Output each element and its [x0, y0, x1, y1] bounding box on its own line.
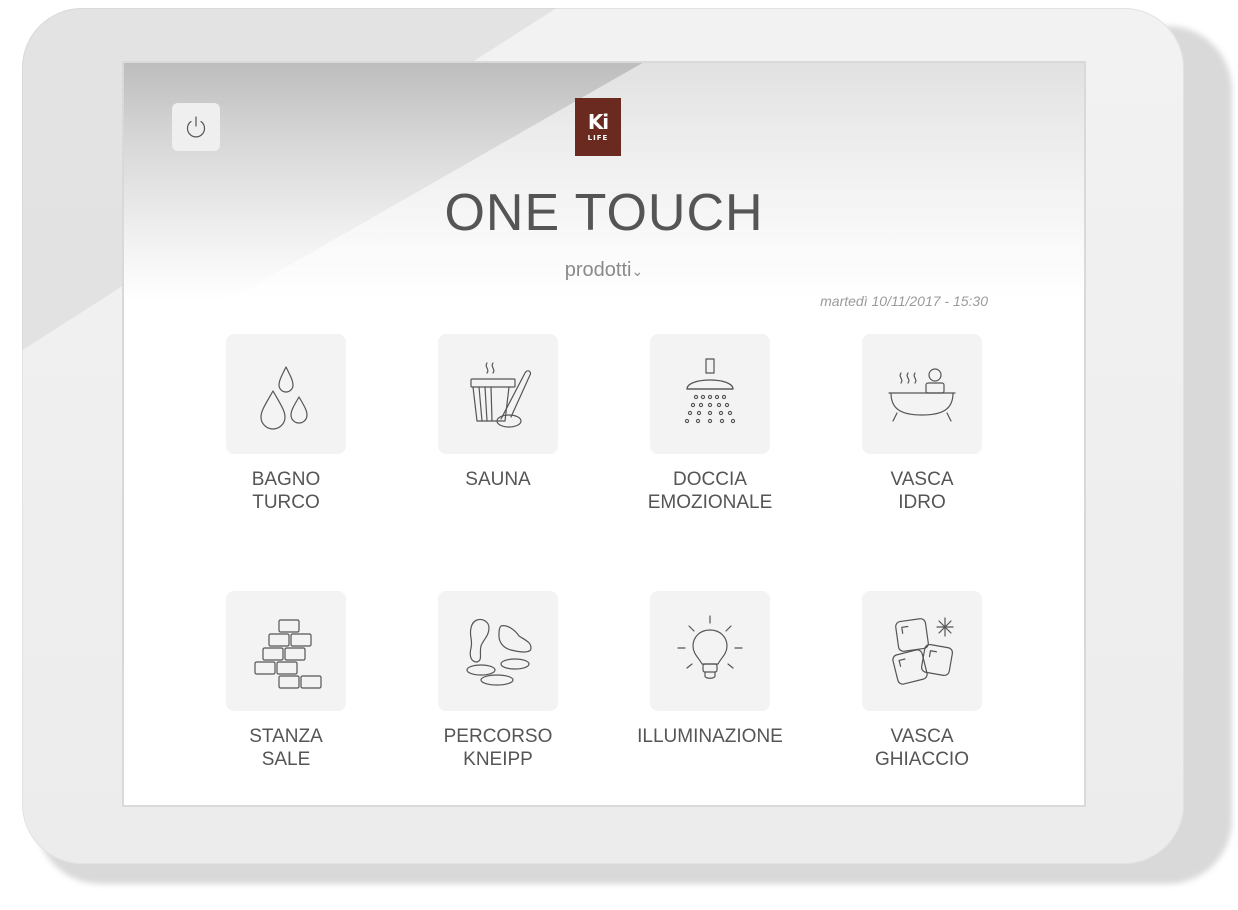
- ice-cubes-icon: [892, 617, 954, 685]
- page-title: ONE TOUCH: [444, 184, 764, 242]
- logo-main-text: Ki: [587, 110, 609, 134]
- screen: Ki LIFE ONE TOUCH prodotti⌄ martedì 10/1…: [122, 61, 1086, 807]
- tile-label-line2: IDRO: [898, 492, 946, 513]
- tile-label-line1: BAGNO: [251, 469, 321, 490]
- datetime-label: martedì 10/11/2017 - 15:30: [820, 293, 988, 309]
- hot-tub-icon: [888, 368, 956, 422]
- tile-icon-box: [226, 334, 346, 454]
- salt-bricks-icon: [254, 619, 322, 689]
- light-bulb-icon: [677, 615, 743, 679]
- tile-label-line2: KNEIPP: [463, 749, 533, 770]
- tile-label-line1: VASCA: [890, 469, 954, 490]
- tile-label-line1: PERCORSO: [443, 726, 553, 747]
- tile-bagno-turco[interactable]: BAGNO TURCO: [196, 334, 376, 514]
- tile-label-line1: SAUNA: [465, 469, 531, 490]
- tile-sauna[interactable]: SAUNA: [408, 334, 588, 491]
- tile-label: VASCA IDRO: [832, 468, 1012, 514]
- tile-vasca-ghiaccio[interactable]: VASCA GHIACCIO: [832, 591, 1012, 771]
- tile-label-line1: DOCCIA: [673, 469, 747, 490]
- power-button[interactable]: [172, 103, 220, 151]
- power-icon: [186, 116, 206, 138]
- tile-icon-box: [862, 334, 982, 454]
- shower-icon: [684, 358, 736, 424]
- tile-icon-box: [226, 591, 346, 711]
- water-drops-icon: [260, 366, 308, 430]
- logo-sub-text: LIFE: [587, 134, 609, 142]
- tile-label-line1: VASCA: [890, 726, 954, 747]
- tile-label: SAUNA: [408, 468, 588, 491]
- tile-icon-box: [650, 591, 770, 711]
- tile-icon-box: [438, 591, 558, 711]
- feet-stones-icon: [466, 618, 532, 686]
- tile-label-line1: ILLUMINAZIONE: [637, 726, 783, 747]
- sauna-bucket-icon: [470, 362, 532, 428]
- tile-illuminazione[interactable]: ILLUMINAZIONE: [620, 591, 800, 748]
- tile-vasca-idro[interactable]: VASCA IDRO: [832, 334, 1012, 514]
- tile-stanza-sale[interactable]: STANZA SALE: [196, 591, 376, 771]
- tile-icon-box: [438, 334, 558, 454]
- brand-logo: Ki LIFE: [575, 98, 621, 156]
- tile-label: PERCORSO KNEIPP: [408, 725, 588, 771]
- tile-label-line1: STANZA: [249, 726, 323, 747]
- tile-label: BAGNO TURCO: [196, 468, 376, 514]
- tile-icon-box: [862, 591, 982, 711]
- tile-label: STANZA SALE: [196, 725, 376, 771]
- products-dropdown[interactable]: prodotti⌄: [124, 259, 1084, 282]
- tile-icon-box: [650, 334, 770, 454]
- tile-label-line2: EMOZIONALE: [647, 492, 773, 513]
- tile-label: ILLUMINAZIONE: [620, 725, 800, 748]
- products-dropdown-label: prodotti: [564, 259, 632, 281]
- tile-label: DOCCIA EMOZIONALE: [620, 468, 800, 514]
- tile-doccia-emozionale[interactable]: DOCCIA EMOZIONALE: [620, 334, 800, 514]
- tile-label-line2: TURCO: [252, 492, 320, 513]
- tile-label-line2: GHIACCIO: [875, 749, 969, 770]
- tile-label-line2: SALE: [261, 749, 311, 770]
- chevron-down-icon: ⌄: [631, 263, 644, 279]
- tile-label: VASCA GHIACCIO: [832, 725, 1012, 771]
- tile-percorso-kneipp[interactable]: PERCORSO KNEIPP: [408, 591, 588, 771]
